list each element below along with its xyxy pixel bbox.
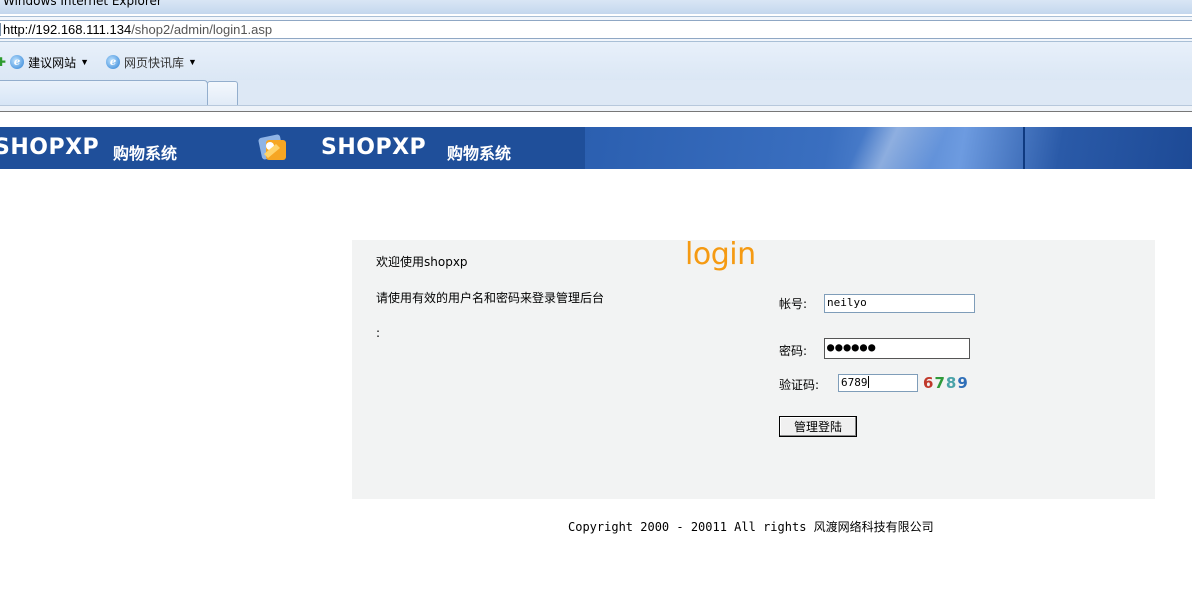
admin-login-button[interactable]: 管理登陆 — [779, 416, 857, 437]
username-input[interactable]: neilyo — [824, 294, 975, 313]
banner-subtitle: 购物系统 — [113, 144, 178, 163]
address-url-path: /shop2/admin/login1.asp — [131, 22, 273, 37]
ie-icon: e — [106, 55, 120, 69]
address-field[interactable]: http://192.168.111.134/shop2/admin/login… — [0, 20, 1192, 39]
chevron-down-icon[interactable]: ▼ — [188, 57, 197, 67]
instruction-text: 请使用有效的用户名和密码来登录管理后台 — [376, 291, 605, 305]
window-title-bar: Windows Internet Explorer — [0, 0, 1192, 14]
favorites-item-suggested-sites[interactable]: ✚ e 建议网站 ▼ — [0, 53, 89, 71]
add-favorite-icon: ✚ — [0, 55, 7, 69]
new-tab-button[interactable] — [207, 81, 238, 105]
favorites-bar: ✚ e 建议网站 ▼ e 网页快讯库 ▼ — [0, 42, 1192, 80]
tab-strip — [0, 80, 1192, 106]
captcha-input-value: 6789 — [841, 376, 868, 389]
password-input[interactable]: ●●●●●● — [824, 338, 970, 359]
captcha-image: 6789 — [923, 374, 969, 392]
page-icon — [0, 23, 1, 36]
login-panel: 欢迎使用shopxp 请使用有效的用户名和密码来登录管理后台 : login 帐… — [352, 237, 1155, 499]
window-title: Windows Internet Explorer — [3, 0, 162, 8]
banner-subtitle: 购物系统 — [447, 144, 512, 163]
favorites-item-label: 建议网站 — [28, 55, 77, 70]
captcha-digit: 7 — [934, 374, 946, 392]
note-text: : — [376, 326, 381, 340]
captcha-digit: 8 — [945, 374, 958, 392]
password-label: 密码: — [779, 344, 808, 358]
captcha-input[interactable]: 6789 — [838, 374, 918, 392]
login-heading: login — [685, 237, 756, 272]
username-value: neilyo — [827, 296, 867, 309]
copyright-footer: Copyright 2000 - 20011 All rights 风渡网络科技… — [568, 520, 934, 534]
banner-divider — [1023, 127, 1025, 169]
text-cursor — [867, 376, 869, 388]
password-mask: ●●●●●● — [827, 340, 877, 354]
banner-logo-text: SHOPXP — [321, 135, 427, 160]
address-url-host: http://192.168.111.134 — [3, 22, 132, 37]
favorites-item-label: 网页快讯库 — [124, 55, 185, 70]
address-bar: http://192.168.111.134/shop2/admin/login… — [0, 16, 1192, 42]
tab-current-page[interactable] — [0, 80, 208, 106]
chrome-divider — [0, 105, 1192, 112]
banner-logo-text: SHOPXP — [0, 135, 100, 160]
captcha-label: 验证码: — [779, 378, 820, 392]
captcha-digit: 6 — [923, 374, 935, 392]
site-banner: SHOPXP 购物系统 SHOPXP 购物系统 — [0, 127, 1192, 169]
username-label: 帐号: — [779, 297, 808, 311]
ie-icon: e — [10, 55, 25, 69]
favorites-item-web-slice-gallery[interactable]: e 网页快讯库 ▼ — [106, 53, 197, 71]
cart-emblem-icon — [258, 134, 286, 160]
captcha-digit: 9 — [957, 374, 969, 392]
banner-decoration — [585, 127, 1192, 169]
address-url[interactable]: http://192.168.111.134/shop2/admin/login… — [3, 22, 272, 37]
chevron-down-icon[interactable]: ▼ — [80, 57, 89, 67]
welcome-text: 欢迎使用shopxp — [376, 255, 468, 269]
